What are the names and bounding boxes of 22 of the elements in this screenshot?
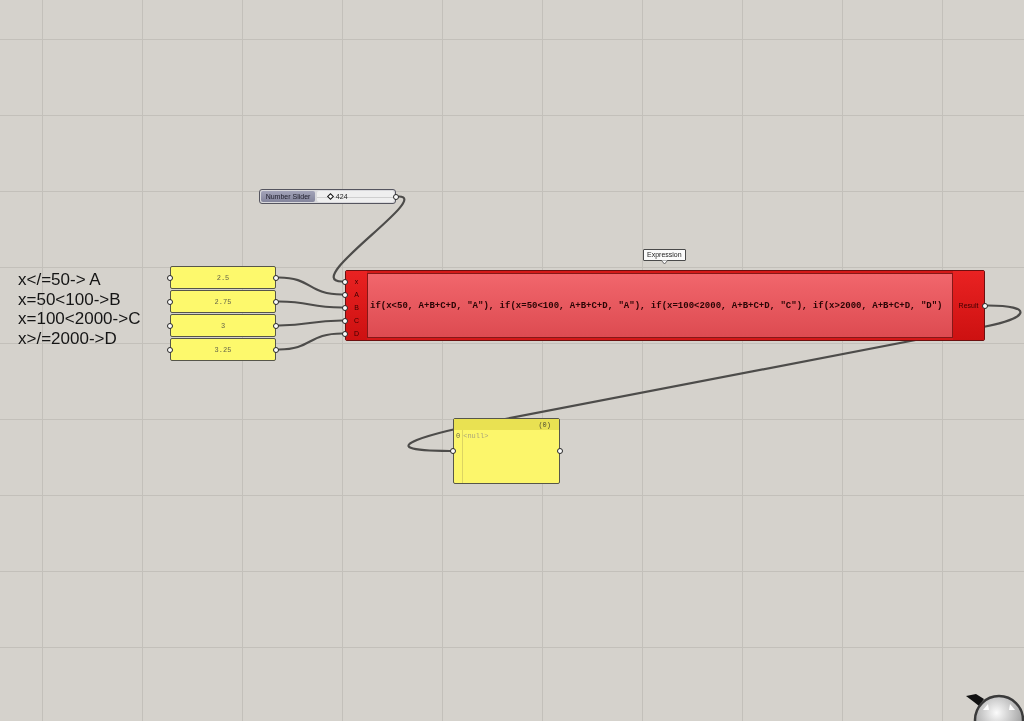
note-text: x=50<100->B [18, 289, 122, 309]
port-icon[interactable] [167, 346, 173, 353]
port-icon[interactable] [167, 298, 173, 305]
expression-text: if(x<50, A+B+C+D, "A"), if(x=50<100, A+B+C+D, "A"), if(x=100<2000, A+B+C+D, "C"), if(x>2000, A+B+C+D, "D") [370, 300, 943, 311]
port-icon[interactable] [167, 274, 173, 281]
port-icon[interactable] [393, 193, 399, 200]
port-icon[interactable] [982, 302, 988, 309]
wire [277, 300, 344, 309]
note-text: x>/=2000->D [18, 328, 118, 348]
wire [277, 332, 344, 351]
port-icon[interactable] [273, 274, 279, 281]
note-text: x</=50-> A [18, 270, 102, 290]
slider-thumb[interactable] [327, 192, 335, 201]
tooltip-tail-icon [660, 260, 668, 264]
port-icon[interactable] [167, 322, 173, 329]
wire [277, 319, 344, 327]
port-icon[interactable] [273, 346, 279, 353]
port-icon[interactable] [450, 448, 456, 454]
note-text: x=100<2000->C [18, 309, 141, 329]
port-icon[interactable] [557, 448, 563, 454]
port-icon[interactable] [273, 322, 279, 329]
port-icon[interactable] [273, 298, 279, 305]
